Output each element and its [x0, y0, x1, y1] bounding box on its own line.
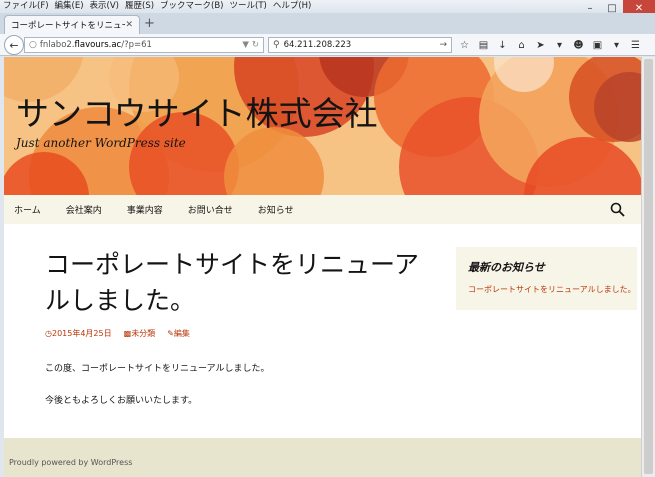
post-article: コーポレートサイトをリニューアルしました。 ◷2015年4月25日 ▩未分類 ✎…	[45, 247, 425, 425]
post-meta: ◷2015年4月25日 ▩未分類 ✎編集	[45, 328, 425, 339]
search-engine-icon: ⚲	[273, 40, 280, 50]
screenshot-icon[interactable]: ▣	[589, 37, 606, 53]
nav-item-news[interactable]: お知らせ	[258, 203, 294, 216]
tab-close-icon[interactable]: ✕	[125, 20, 133, 30]
menu-dropdown-icon-2[interactable]: ▾	[608, 37, 625, 53]
post-category[interactable]: ▩未分類	[124, 328, 156, 339]
widget-title: 最新のお知らせ	[468, 261, 545, 274]
hamburger-icon[interactable]: ☰	[627, 37, 644, 53]
site-title[interactable]: サンコウサイト株式会社	[16, 87, 378, 135]
home-icon[interactable]: ⌂	[513, 37, 530, 53]
menu-tools[interactable]: ツール(T)	[227, 0, 270, 13]
reload-icon[interactable]: ↻	[252, 40, 259, 50]
tab-strip: コーポレートサイトをリニューアルし... ✕ +	[0, 13, 655, 34]
recent-post-link[interactable]: コーポレートサイトをリニューアルしました。	[468, 284, 636, 295]
site-footer: Proudly powered by WordPress	[4, 438, 641, 477]
tab-title: コーポレートサイトをリニューアルし...	[11, 21, 125, 31]
nav-item-home[interactable]: ホーム	[14, 203, 41, 216]
nav-item-business[interactable]: 事業内容	[127, 203, 163, 216]
clock-icon: ◷	[45, 329, 52, 338]
tab-active[interactable]: コーポレートサイトをリニューアルし... ✕	[4, 15, 140, 34]
download-icon[interactable]: ↓	[494, 37, 511, 53]
back-button[interactable]: ←	[4, 35, 24, 55]
dropdown-arrow-icon[interactable]: ▼	[242, 40, 249, 50]
scrollbar-thumb[interactable]	[644, 59, 653, 474]
menu-history[interactable]: 履歴(S)	[122, 0, 157, 13]
menu-file[interactable]: ファイル(F)	[0, 0, 52, 13]
post-paragraph: この度、コーポレートサイトをリニューアルしました。	[45, 364, 270, 374]
menu-dropdown-icon[interactable]: ▾	[551, 37, 568, 53]
search-icon[interactable]	[610, 202, 625, 217]
footer-credit[interactable]: Proudly powered by WordPress	[9, 458, 132, 467]
main-navigation: ホーム 会社案内 事業内容 お問い合せ お知らせ	[4, 195, 641, 224]
address-bar[interactable]: ○ fnlabo2.flavours.ac/?p=61 ▼ ↻	[24, 37, 264, 53]
star-icon[interactable]: ☆	[456, 37, 473, 53]
site-description: Just another WordPress site	[16, 136, 186, 150]
post-date[interactable]: ◷2015年4月25日	[45, 328, 112, 339]
new-tab-button[interactable]: +	[144, 16, 155, 31]
nav-toolbar: ← ○ fnlabo2.flavours.ac/?p=61 ▼ ↻ ⚲ 64.2…	[0, 34, 655, 56]
post-edit-link[interactable]: ✎編集	[167, 328, 190, 339]
search-go-icon[interactable]: →	[439, 40, 447, 50]
menu-view[interactable]: 表示(V)	[87, 0, 122, 13]
url-text: fnlabo2.flavours.ac/?p=61	[39, 40, 152, 50]
search-input[interactable]: 64.211.208.223	[284, 40, 440, 50]
menu-bar: ファイル(F) 編集(E) 表示(V) 履歴(S) ブックマーク(B) ツール(…	[0, 0, 655, 13]
site-header: サンコウサイト株式会社 Just another WordPress site	[4, 57, 641, 195]
page-viewport: サンコウサイト株式会社 Just another WordPress site …	[4, 57, 641, 477]
nav-item-contact[interactable]: お問い合せ	[188, 203, 233, 216]
post-paragraph: 今後ともよろしくお願いいたします。	[45, 396, 198, 406]
menu-bookmarks[interactable]: ブックマーク(B)	[157, 0, 226, 13]
pencil-icon: ✎	[167, 329, 174, 338]
post-title[interactable]: コーポレートサイトをリニューアルしました。	[45, 247, 425, 319]
nav-item-company[interactable]: 会社案内	[66, 203, 102, 216]
post-content: この度、コーポレートサイトをリニューアルしました。 今後ともよろしくお願いいたし…	[45, 361, 425, 406]
menu-help[interactable]: ヘルプ(H)	[270, 0, 315, 13]
page-scrollbar[interactable]	[641, 57, 655, 477]
reader-icon[interactable]: ▤	[475, 37, 492, 53]
chat-icon[interactable]: ☻	[570, 37, 587, 53]
toolbar-icons: ☆ ▤ ↓ ⌂ ➤ ▾ ☻ ▣ ▾ ☰	[456, 37, 644, 53]
search-bar[interactable]: ⚲ 64.211.208.223 →	[268, 37, 452, 53]
sidebar-widget: 最新のお知らせ コーポレートサイトをリニューアルしました。	[456, 247, 637, 310]
globe-icon: ○	[29, 40, 37, 50]
extension-icon[interactable]: ➤	[532, 37, 549, 53]
menu-edit[interactable]: 編集(E)	[52, 0, 87, 13]
